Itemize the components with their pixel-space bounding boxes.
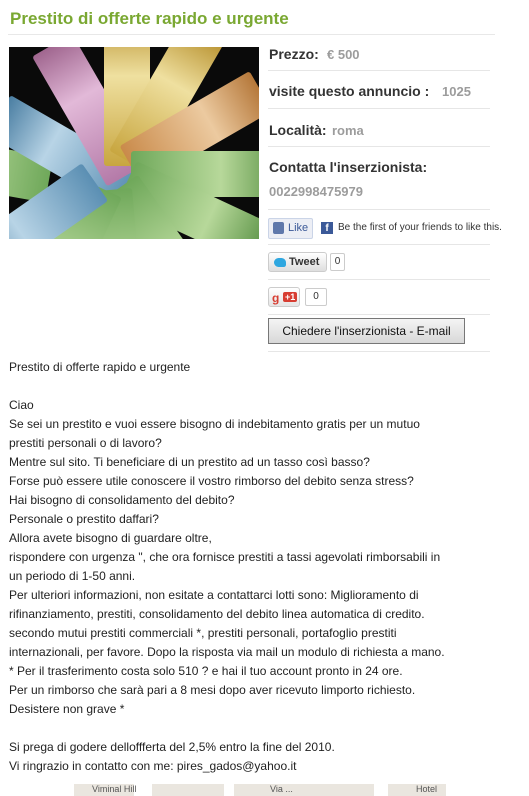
description-line: Mentre sul sito. Ti beneficiare di un pr… [9, 455, 370, 469]
map-label: Via ... [270, 784, 293, 794]
description-line: Per un rimborso che sarà pari a 8 mesi d… [9, 683, 416, 697]
price-row: Prezzo: € 500 [268, 37, 490, 71]
contact-divider [268, 350, 490, 352]
contact-advertiser-email-button[interactable]: Chiedere l'inserzionista - E-mail [268, 318, 465, 344]
description-line: Personale o prestito daffari? [9, 512, 159, 526]
contact-label: Contatta l'inserzionista: [269, 159, 428, 175]
description-line: internazionali, per favore. Dopo la risp… [9, 645, 445, 659]
gplus-count: 0 [305, 288, 327, 306]
google-plus-one-button[interactable]: g +1 [268, 287, 300, 307]
listing-title: Prestito di offerte rapido e urgente [10, 9, 289, 28]
description-line: Forse può essere utile conoscere il vost… [9, 474, 414, 488]
description-line [9, 377, 519, 396]
twitter-row: Tweet 0 [268, 245, 490, 280]
gplus-row: g +1 0 [268, 280, 490, 315]
description-line: Vi ringrazio in contatto con me: pires_g… [9, 759, 297, 773]
map-label: Viminal Hill [92, 784, 137, 794]
visits-row: visite questo annuncio : 1025 [268, 71, 490, 109]
description-line: * Per il trasferimento costa solo 510 ? … [9, 664, 403, 678]
contact-row: Contatta l'inserzionista: 0022998475979 [268, 147, 490, 210]
facebook-icon: f [321, 222, 333, 234]
listing-description: Prestito di offerte rapido e urgente Cia… [9, 358, 519, 776]
description-line [9, 719, 519, 738]
description-line: Ciao [9, 398, 34, 412]
price-label: Prezzo: [269, 46, 319, 62]
location-row: Località: roma [268, 109, 490, 147]
twitter-bird-icon [274, 258, 286, 267]
tweet-count: 0 [330, 253, 345, 271]
description-line: un periodo di 1-50 anni. [9, 569, 136, 583]
description-line: Desistere non grave * [9, 702, 125, 716]
visits-label: visite questo annuncio : [269, 83, 430, 99]
contact-phone: 0022998475979 [269, 184, 363, 199]
google-plus-icon: g [272, 291, 280, 305]
description-line: Hai bisogno di consolidamento del debito… [9, 493, 235, 507]
location-label: Località: [269, 122, 327, 138]
thumbs-up-icon [273, 222, 284, 234]
description-line: rispondere con urgenza ", che ora fornis… [9, 550, 441, 564]
description-line: Si prega di godere delloffferta del 2,5%… [9, 740, 335, 754]
description-line: rifinanziamento, prestiti, consolidament… [9, 607, 425, 621]
facebook-social-text: Be the first of your friends to like thi… [338, 222, 502, 233]
price-value: € 500 [327, 47, 360, 62]
description-line: Allora avete bisogno di guardare oltre, [9, 531, 212, 545]
location-map[interactable]: Viminal Hill Via ... Hotel [74, 784, 446, 796]
description-line: Se sei un prestito e vuoi essere bisogno… [9, 417, 420, 431]
visits-value: 1025 [442, 84, 471, 99]
description-line: secondo mutui prestiti commerciali *, pr… [9, 626, 397, 640]
description-line: Per ulteriori informazioni, non esitate … [9, 588, 419, 602]
tweet-button[interactable]: Tweet [268, 252, 327, 272]
description-line: prestiti personali o di lavoro? [9, 436, 162, 450]
facebook-row: Like f Be the first of your friends to l… [268, 210, 502, 245]
listing-photo [9, 47, 259, 239]
facebook-like-button[interactable]: Like [268, 218, 313, 239]
map-label: Hotel [416, 784, 438, 794]
title-divider [8, 34, 495, 35]
description-line: Prestito di offerte rapido e urgente [9, 360, 191, 374]
location-value: roma [332, 123, 364, 138]
